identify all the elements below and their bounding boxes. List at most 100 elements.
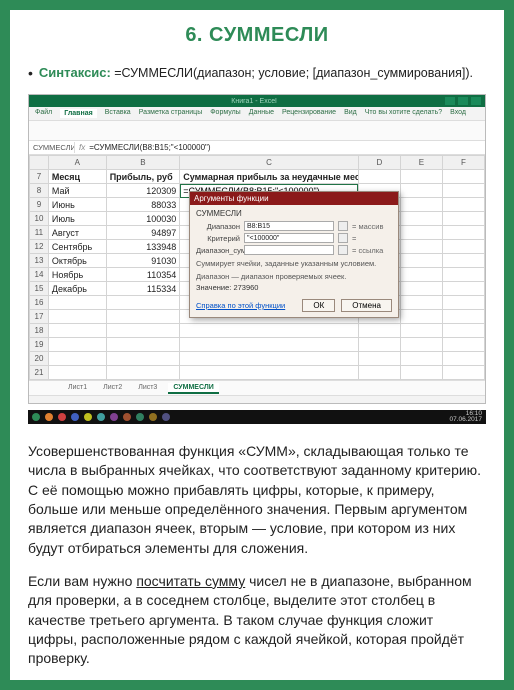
cell[interactable] bbox=[400, 366, 442, 380]
cell[interactable]: 110354 bbox=[106, 268, 180, 282]
cell[interactable] bbox=[442, 338, 484, 352]
ribbon-tab[interactable]: Главная bbox=[60, 109, 96, 118]
dialog-field-input[interactable]: B8:B15 bbox=[244, 221, 334, 231]
ribbon-tab[interactable]: Вид bbox=[344, 109, 357, 118]
range-picker-icon[interactable] bbox=[338, 221, 348, 231]
sheet-tab[interactable]: Лист1 bbox=[63, 383, 92, 394]
cell[interactable] bbox=[358, 352, 400, 366]
taskbar-app-icon[interactable] bbox=[84, 413, 92, 421]
cell[interactable] bbox=[400, 254, 442, 268]
column-header[interactable]: C bbox=[180, 156, 359, 170]
taskbar-app-icon[interactable] bbox=[162, 413, 170, 421]
fx-icon[interactable]: fx bbox=[79, 143, 85, 152]
cell[interactable] bbox=[400, 310, 442, 324]
name-box[interactable]: СУММЕСЛИЧИСЕЛ... bbox=[31, 142, 75, 153]
dialog-field-input[interactable] bbox=[244, 245, 334, 255]
row-header[interactable]: 13 bbox=[30, 254, 49, 268]
cell[interactable]: Сентябрь bbox=[48, 240, 106, 254]
cell[interactable] bbox=[400, 338, 442, 352]
cell[interactable] bbox=[106, 338, 180, 352]
ribbon-tab[interactable]: Вставка bbox=[105, 109, 131, 118]
cell[interactable] bbox=[400, 282, 442, 296]
cell[interactable] bbox=[442, 240, 484, 254]
ribbon-tab[interactable]: Файл bbox=[35, 109, 52, 118]
cell[interactable] bbox=[180, 338, 359, 352]
cell[interactable]: Май bbox=[48, 184, 106, 198]
close-icon[interactable] bbox=[471, 97, 481, 105]
row-header[interactable]: 11 bbox=[30, 226, 49, 240]
ribbon-tab[interactable]: Что вы хотите сделать? bbox=[365, 109, 442, 118]
row-header[interactable]: 16 bbox=[30, 296, 49, 310]
taskbar-app-icon[interactable] bbox=[45, 413, 53, 421]
row-header[interactable]: 21 bbox=[30, 366, 49, 380]
cell[interactable] bbox=[442, 184, 484, 198]
cell[interactable]: Август bbox=[48, 226, 106, 240]
cell[interactable] bbox=[106, 310, 180, 324]
cell[interactable] bbox=[180, 366, 359, 380]
column-header[interactable]: E bbox=[400, 156, 442, 170]
ribbon-tab[interactable]: Вход bbox=[450, 109, 466, 118]
taskbar-app-icon[interactable] bbox=[71, 413, 79, 421]
cell[interactable] bbox=[442, 282, 484, 296]
cell[interactable] bbox=[442, 254, 484, 268]
cell[interactable] bbox=[358, 366, 400, 380]
cell[interactable] bbox=[442, 212, 484, 226]
cell[interactable]: 115334 bbox=[106, 282, 180, 296]
cell[interactable]: 88033 bbox=[106, 198, 180, 212]
column-header[interactable]: B bbox=[106, 156, 180, 170]
cell[interactable] bbox=[180, 352, 359, 366]
cell[interactable]: Ноябрь bbox=[48, 268, 106, 282]
cell[interactable] bbox=[400, 226, 442, 240]
dialog-field-input[interactable]: "<100000" bbox=[244, 233, 334, 243]
cell[interactable] bbox=[442, 366, 484, 380]
cell[interactable] bbox=[442, 324, 484, 338]
cell[interactable] bbox=[442, 268, 484, 282]
range-picker-icon[interactable] bbox=[338, 233, 348, 243]
row-header[interactable]: 15 bbox=[30, 282, 49, 296]
sheet-tab[interactable]: СУММЕСЛИ bbox=[168, 383, 218, 394]
row-header[interactable]: 18 bbox=[30, 324, 49, 338]
taskbar-app-icon[interactable] bbox=[58, 413, 66, 421]
cell[interactable] bbox=[400, 324, 442, 338]
column-header[interactable]: F bbox=[442, 156, 484, 170]
cell[interactable] bbox=[400, 170, 442, 184]
row-header[interactable]: 14 bbox=[30, 268, 49, 282]
cell[interactable]: Октябрь bbox=[48, 254, 106, 268]
cell[interactable] bbox=[400, 184, 442, 198]
cell[interactable]: Декабрь bbox=[48, 282, 106, 296]
range-picker-icon[interactable] bbox=[338, 245, 348, 255]
cell[interactable] bbox=[106, 296, 180, 310]
taskbar-app-icon[interactable] bbox=[97, 413, 105, 421]
taskbar-app-icon[interactable] bbox=[149, 413, 157, 421]
cell[interactable]: Июнь bbox=[48, 198, 106, 212]
cell[interactable] bbox=[48, 352, 106, 366]
cell[interactable] bbox=[400, 296, 442, 310]
minimize-icon[interactable] bbox=[445, 97, 455, 105]
cell[interactable] bbox=[358, 324, 400, 338]
cell[interactable]: 120309 bbox=[106, 184, 180, 198]
cell[interactable] bbox=[400, 198, 442, 212]
cell[interactable] bbox=[400, 240, 442, 254]
column-header[interactable]: A bbox=[48, 156, 106, 170]
formula-bar-content[interactable]: =СУММЕСЛИ(B8:B15;"<100000") bbox=[89, 143, 483, 152]
cell[interactable] bbox=[442, 310, 484, 324]
ribbon-tab[interactable]: Разметка страницы bbox=[139, 109, 203, 118]
cell[interactable]: 91030 bbox=[106, 254, 180, 268]
row-header[interactable]: 20 bbox=[30, 352, 49, 366]
sheet-tab[interactable]: Лист2 bbox=[98, 383, 127, 394]
ribbon-tab[interactable]: Формулы bbox=[210, 109, 240, 118]
cell[interactable] bbox=[48, 324, 106, 338]
cell[interactable]: Июль bbox=[48, 212, 106, 226]
cell[interactable] bbox=[48, 366, 106, 380]
cell[interactable]: Прибыль, руб bbox=[106, 170, 180, 184]
ok-button[interactable]: ОК bbox=[302, 299, 335, 312]
cell[interactable] bbox=[48, 310, 106, 324]
cell[interactable] bbox=[400, 268, 442, 282]
taskbar-app-icon[interactable] bbox=[110, 413, 118, 421]
taskbar-app-icon[interactable] bbox=[32, 413, 40, 421]
taskbar-app-icon[interactable] bbox=[123, 413, 131, 421]
cell[interactable] bbox=[442, 170, 484, 184]
dialog-help-link[interactable]: Справка по этой функции bbox=[196, 299, 285, 312]
cell[interactable] bbox=[48, 296, 106, 310]
cell[interactable]: 133948 bbox=[106, 240, 180, 254]
